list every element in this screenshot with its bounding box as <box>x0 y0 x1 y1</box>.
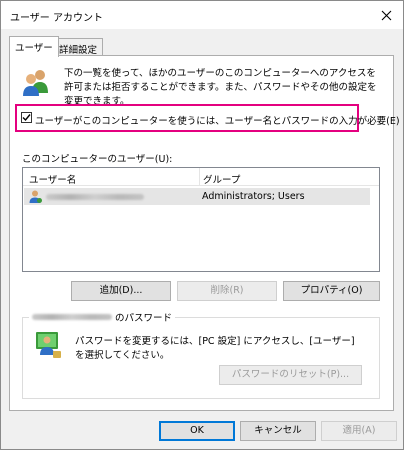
user-icon <box>28 189 43 207</box>
ok-button[interactable]: OK <box>159 421 235 441</box>
user-group-cell: Administrators; Users <box>202 191 305 202</box>
tab-advanced[interactable]: 詳細設定 <box>53 38 104 56</box>
password-group-title: のパスワード <box>29 310 176 324</box>
close-button[interactable] <box>373 3 399 27</box>
redacted-username <box>32 314 112 320</box>
tab-users-label: ユーザー <box>15 43 53 54</box>
window-title: ユーザー アカウント <box>10 13 103 24</box>
user-password-icon <box>35 331 63 364</box>
properties-button[interactable]: プロパティ(O) <box>283 281 380 301</box>
users-list[interactable]: ユーザー名 グループ Administrators; Users <box>22 167 380 272</box>
users-list-header: ユーザー名 グループ <box>23 168 379 186</box>
column-header-group[interactable]: グループ <box>203 172 240 186</box>
table-row[interactable]: Administrators; Users <box>24 188 370 205</box>
apply-button[interactable]: 適用(A) <box>321 421 397 441</box>
reset-password-button[interactable]: パスワードのリセット(P)... <box>219 365 362 385</box>
add-user-button[interactable]: 追加(D)... <box>71 281 171 301</box>
intro-description: 下の一覧を使って、ほかのユーザーのこのコンピューターへのアクセスを許可または拒否… <box>64 68 377 107</box>
password-group-title-text: のパスワード <box>115 313 173 324</box>
column-header-username[interactable]: ユーザー名 <box>29 172 76 186</box>
checkmark-icon <box>22 114 31 122</box>
column-divider[interactable] <box>199 168 200 186</box>
redacted-username <box>46 194 144 200</box>
close-icon <box>381 10 391 20</box>
user-accounts-window: ユーザー アカウント ユーザー 詳細設定 下の一覧を使って、ほかのユーザーのこの… <box>0 0 404 450</box>
cancel-button[interactable]: キャンセル <box>240 421 316 441</box>
users-list-label: このコンピューターのユーザー(U): <box>22 154 173 165</box>
remove-user-button[interactable]: 削除(R) <box>177 281 277 301</box>
password-change-text: パスワードを変更するには、[PC 設定] にアクセスし、[ユーザー] を選択して… <box>75 336 355 361</box>
require-login-checkbox[interactable] <box>21 112 32 123</box>
users-icon <box>21 67 51 100</box>
title-bar: ユーザー アカウント <box>1 1 403 29</box>
tab-users[interactable]: ユーザー <box>9 36 59 57</box>
require-login-label[interactable]: ユーザーがこのコンピューターを使うには、ユーザー名とパスワードの入力が必要(E) <box>35 113 400 127</box>
